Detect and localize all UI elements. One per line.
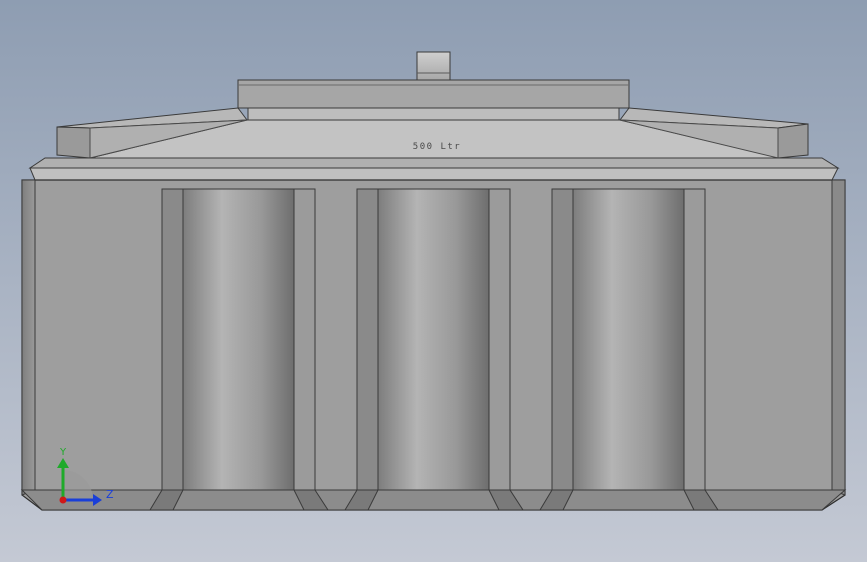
tank-rib-2 [344,188,524,511]
triad-y-label: Y [59,447,67,458]
graphics-viewport[interactable]: 500 Ltr Y Z [0,0,867,562]
manhole-lid [237,79,630,121]
tank-model[interactable]: 500 Ltr Y Z [0,0,867,562]
capacity-engraving: 500 Ltr [413,142,461,152]
tank-rib-3 [539,188,719,511]
top-cap [416,51,451,81]
triad-z-label: Z [106,488,114,501]
tank-rib-1 [149,188,329,511]
triad-x-axis [59,496,67,504]
